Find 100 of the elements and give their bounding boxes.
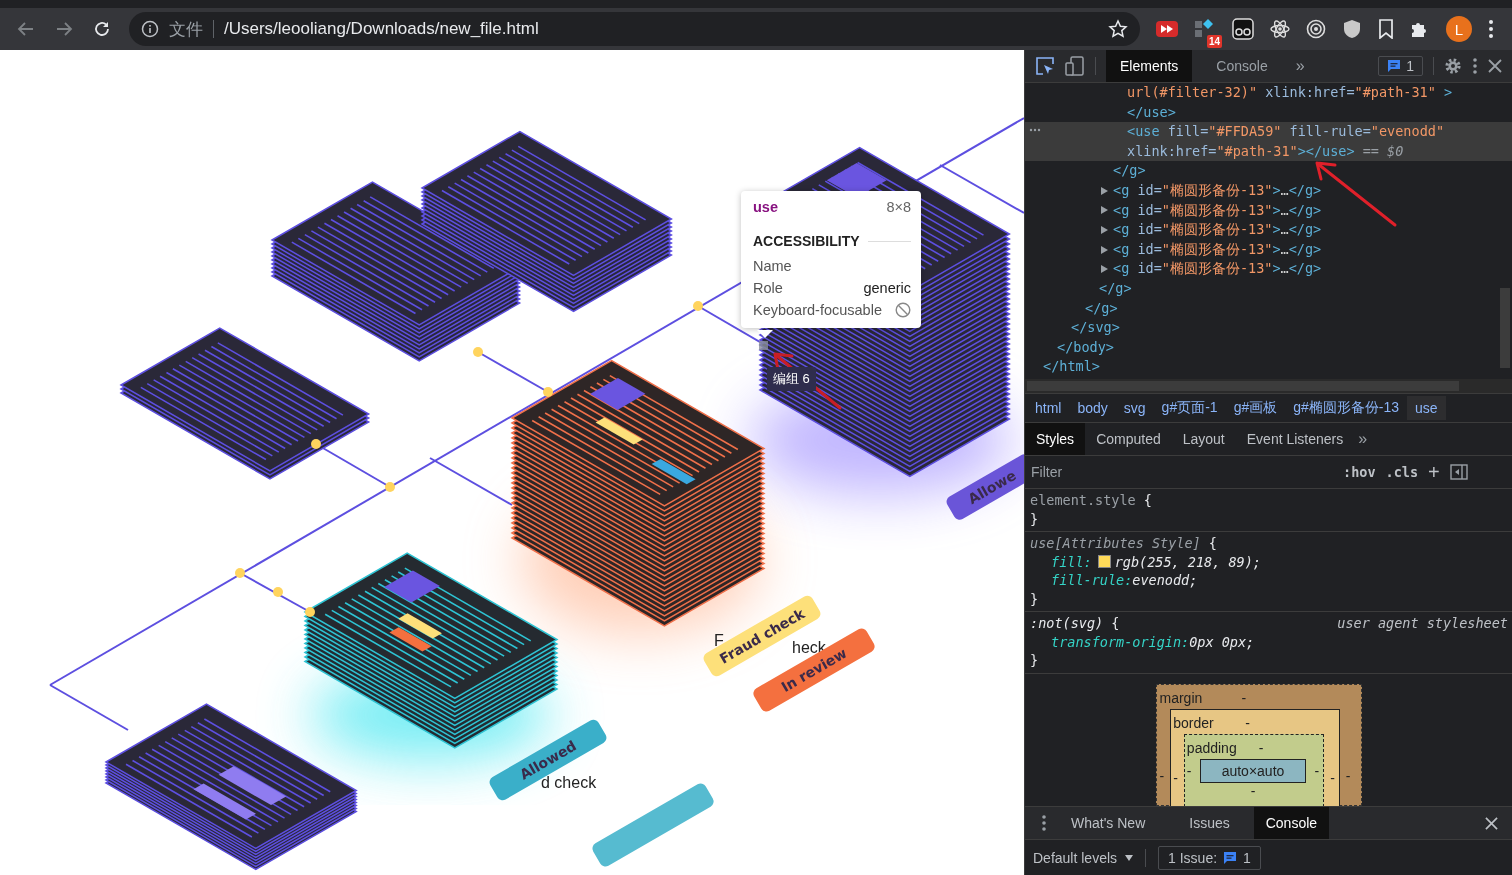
node-dot [693, 301, 703, 311]
box-value: - [1241, 689, 1247, 706]
rule-selector: element.style { [1030, 491, 1152, 510]
disclosure-triangle-icon[interactable] [1101, 245, 1108, 254]
more-tabs-button[interactable]: » [1291, 57, 1309, 75]
address-text[interactable]: /Users/leooliang/Downloads/new_file.html [224, 19, 1098, 39]
panel-tab[interactable]: Console [1202, 50, 1282, 82]
property-label: Role [753, 279, 783, 298]
content-box: auto×auto [1199, 758, 1307, 783]
pane-tab[interactable]: Styles [1025, 423, 1086, 455]
drawer-tab[interactable]: What's New [1051, 807, 1166, 839]
node-dot [385, 482, 395, 492]
class-button[interactable]: .cls [1385, 464, 1419, 480]
element-tag: use [753, 199, 778, 215]
dom-row[interactable]: <use fill="#FFDA59" fill-rule="evenodd" [1025, 122, 1512, 142]
breadcrumb-item[interactable]: html [1027, 396, 1070, 420]
property-name: transform-origin: [1051, 632, 1190, 651]
site-label[interactable]: 文件 [169, 17, 203, 41]
reload-icon[interactable] [93, 20, 111, 38]
atom-icon[interactable] [1270, 19, 1290, 39]
inspect-cursor-icon[interactable] [1035, 56, 1055, 76]
color-swatch[interactable] [1097, 555, 1111, 569]
bookmark-icon[interactable] [1378, 19, 1394, 39]
code-line: xlink:href="#path-31"></use> == $0 [1127, 141, 1404, 161]
scrollbar-thumb[interactable] [1500, 288, 1510, 368]
breadcrumb-item[interactable]: use [1407, 396, 1446, 420]
property-label: Name [753, 257, 792, 276]
drawer-tab[interactable]: Console [1253, 807, 1330, 839]
panel-tab[interactable]: Elements [1106, 50, 1193, 82]
dom-row[interactable]: url(#filter-32)" xlink:href="#path-31" > [1025, 83, 1512, 103]
info-icon[interactable] [141, 20, 159, 38]
issues-button[interactable]: 1 [1378, 56, 1423, 76]
closing-brace: } [1030, 651, 1039, 670]
property-name: fill-rule: [1051, 571, 1133, 590]
disclosure-triangle-icon[interactable] [1101, 265, 1108, 274]
breadcrumb-item[interactable]: svg [1115, 396, 1154, 420]
property-label: Keyboard-focusable [753, 301, 882, 320]
log-levels-dropdown[interactable]: Default levels [1033, 849, 1134, 866]
pane-tab[interactable]: Event Listeners [1235, 423, 1355, 455]
shield-icon[interactable] [1342, 19, 1362, 39]
node-dot [305, 607, 315, 617]
message-icon [1223, 850, 1238, 865]
grid-icon[interactable] [1194, 18, 1214, 38]
drawer-tab[interactable]: Issues [1169, 807, 1250, 839]
pane-tab[interactable]: Layout [1171, 423, 1236, 455]
device-toggle-icon[interactable] [1065, 56, 1085, 76]
more-vertical-icon[interactable] [1041, 814, 1047, 832]
box-label: padding [1186, 739, 1238, 756]
caret-icon [1125, 854, 1134, 861]
box-value: - [1173, 769, 1178, 786]
code-line: <g id="椭圆形备份-13">…</g> [1113, 220, 1322, 240]
more-tabs-button[interactable]: » [1354, 430, 1372, 448]
box-value: - [1345, 767, 1351, 784]
disclosure-triangle-icon[interactable] [1101, 186, 1108, 195]
property-value: evenodd; [1132, 571, 1198, 590]
box-value: - [1258, 739, 1264, 756]
rule-selector: use[Attributes Style] { [1030, 534, 1217, 553]
box-label: margin [1159, 689, 1204, 706]
target-icon[interactable] [1306, 19, 1326, 39]
breadcrumb-item[interactable]: g#页面-1 [1153, 395, 1226, 421]
dom-row[interactable]: xlink:href="#path-31"></use> == $0 [1025, 141, 1512, 162]
ellipsis-icon[interactable] [1029, 128, 1041, 133]
breadcrumb-item[interactable]: g#椭圆形备份-13 [1285, 395, 1408, 421]
fast-forward-icon[interactable] [1156, 21, 1178, 37]
forward-arrow-icon[interactable] [55, 20, 73, 38]
sidebar-toggle-icon[interactable] [1449, 464, 1468, 480]
settings-icon[interactable] [1444, 57, 1462, 75]
code-line: <use fill="#FFDA59" fill-rule="evenodd" [1127, 122, 1444, 142]
more-vertical-icon[interactable] [1488, 19, 1494, 39]
closing-brace: } [1030, 589, 1039, 608]
star-icon[interactable] [1108, 19, 1128, 39]
closing-brace: } [1030, 509, 1039, 528]
more-vertical-icon[interactable] [1472, 57, 1478, 75]
dom-row[interactable]: </use> [1025, 102, 1512, 123]
disclosure-triangle-icon[interactable] [1101, 225, 1108, 234]
box-value: - [1250, 782, 1256, 799]
glasses-icon[interactable] [1232, 18, 1254, 40]
property-value: 0px 0px; [1189, 632, 1255, 651]
breadcrumb-item[interactable]: body [1069, 396, 1116, 420]
element-size: 8×8 [886, 199, 911, 215]
new-rule-button[interactable]: + [1428, 460, 1440, 484]
code-line: </html> [1043, 357, 1100, 377]
breadcrumb-item[interactable]: g#画板 [1225, 395, 1286, 421]
disclosure-triangle-icon[interactable] [1101, 206, 1108, 215]
element-label: 编组 6 [767, 367, 816, 391]
code-line: </body> [1057, 337, 1114, 357]
code-line: <g id="椭圆形备份-13">…</g> [1113, 200, 1322, 220]
box-value: - [1186, 762, 1192, 779]
rule-selector: :not(svg) { [1030, 614, 1120, 633]
pane-tab[interactable]: Computed [1085, 423, 1172, 455]
node-dot [473, 347, 483, 357]
hover-state-button[interactable]: :hov [1343, 464, 1376, 480]
property-value: generic [863, 279, 911, 298]
issues-button[interactable]: 1 Issue: 1 [1158, 845, 1261, 870]
highlight-marker [759, 341, 768, 350]
close-icon[interactable] [1488, 59, 1502, 73]
back-arrow-icon[interactable] [17, 20, 35, 38]
node-dot [311, 439, 321, 449]
close-icon[interactable] [1485, 816, 1498, 830]
box-value: - [1330, 769, 1335, 786]
